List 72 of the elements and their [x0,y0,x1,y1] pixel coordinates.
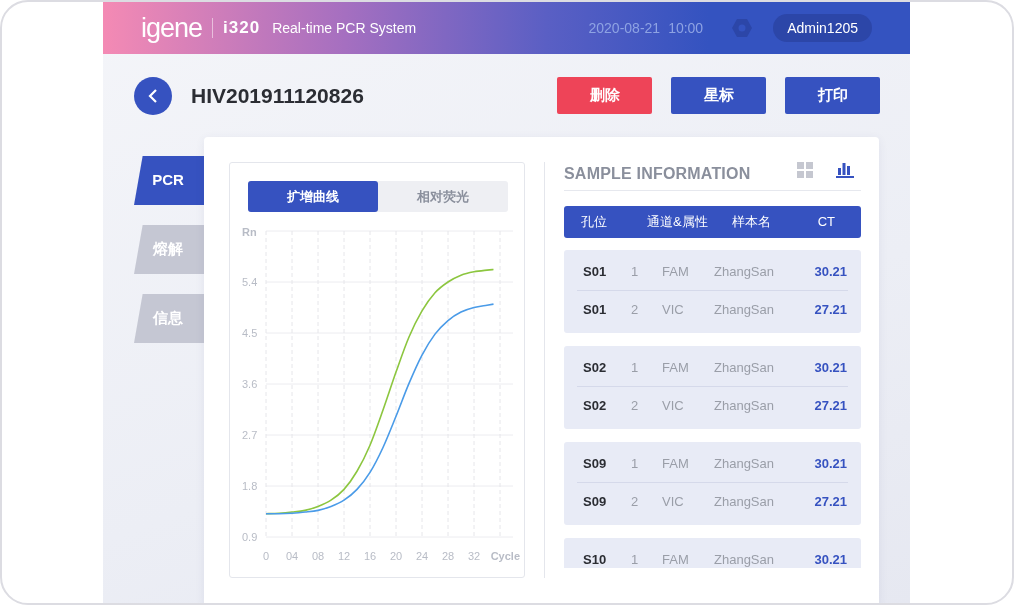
table-cell-text: ZhangSan [714,454,775,473]
table-cell-text: S01 [583,301,608,320]
table-cell-text: VIC [662,397,685,416]
model-name: i320 [223,17,261,40]
column-header: 孔位 [581,213,608,232]
table-cell-text: S01 [583,262,608,281]
column-header: CT [817,213,835,232]
action-button[interactable]: 星标 [671,77,766,114]
table-cell-text: 1 [631,262,640,281]
table-cell-text: FAM [662,262,690,281]
x-tick-label: 12 [337,550,351,562]
chevron-left-icon [148,88,158,103]
table-cell-text: 1 [631,454,640,473]
action-button[interactable]: 删除 [557,77,652,114]
y-axis-label: Rn [242,226,257,238]
x-tick-label: 0 [262,550,270,562]
action-button[interactable]: 打印 [785,77,880,114]
record-title: HIV201911120826 [191,82,364,109]
y-tick-label: 2.7 [242,429,258,441]
column-header: 样本名 [732,213,772,232]
back-button[interactable] [134,76,172,115]
table-cell-text: 30.21 [814,262,847,281]
table-cell-text: S02 [583,397,608,416]
x-tick-label: 24 [415,550,429,562]
table-cell-text: 1 [631,358,640,377]
table-cell-text: S10 [583,550,608,568]
table-cell-text: 27.21 [814,301,847,320]
x-tick-label: 28 [441,550,455,562]
logo: igene [141,14,203,42]
table-cell-text: FAM [662,454,690,473]
bar-chart-icon[interactable] [835,160,855,180]
column-header: 通道&属性 [647,213,709,232]
table-cell-text: VIC [662,301,685,320]
table-cell-text: 27.21 [814,493,847,512]
table-cell-text: S02 [583,358,608,377]
time-text: 10:00 [668,18,704,38]
y-tick-label: 5.4 [242,276,258,288]
table-cell-text: 27.21 [814,397,847,416]
y-tick-label: 4.5 [242,327,258,339]
table-cell-text: VIC [662,493,685,512]
user-button[interactable]: Admin1205 [773,14,872,42]
table-cell-text: 1 [631,550,640,568]
table-cell-text: S09 [583,493,608,512]
y-tick-label: 1.8 [242,480,258,492]
table-cell-text: ZhangSan [714,550,775,568]
section-title: SAMPLE INFORMATION [564,164,751,184]
y-tick-label: 0.9 [242,531,258,543]
chart-tab[interactable]: 扩增曲线 [248,181,378,212]
date-text: 2020-08-21 [588,18,661,38]
x-tick-label: 08 [311,550,325,562]
table-cell-text: 30.21 [814,454,847,473]
y-tick-label: 3.6 [242,378,258,390]
table-cell-text: FAM [662,358,690,377]
table-cell-text: ZhangSan [714,358,775,377]
table-cell-text: ZhangSan [714,493,775,512]
x-tick-label: 16 [363,550,377,562]
table-cell-text: ZhangSan [714,397,775,416]
table-cell-text: ZhangSan [714,301,775,320]
x-tick-label: 04 [285,550,299,562]
x-axis-label: Cycle [490,550,520,562]
table-cell-text: 2 [631,301,640,320]
x-tick-label: 20 [389,550,403,562]
x-tick-label: 32 [467,550,481,562]
table-cell-text: 30.21 [814,550,847,568]
table-cell-text: 2 [631,493,640,512]
table-cell-text: 2 [631,397,640,416]
table-cell-text: 30.21 [814,358,847,377]
table-cell-text: S09 [583,454,608,473]
table-cell-text: FAM [662,550,690,568]
product-name: Real-time PCR System [272,18,417,38]
table-cell-text: ZhangSan [714,262,775,281]
side-tab[interactable]: PCR [134,156,206,205]
